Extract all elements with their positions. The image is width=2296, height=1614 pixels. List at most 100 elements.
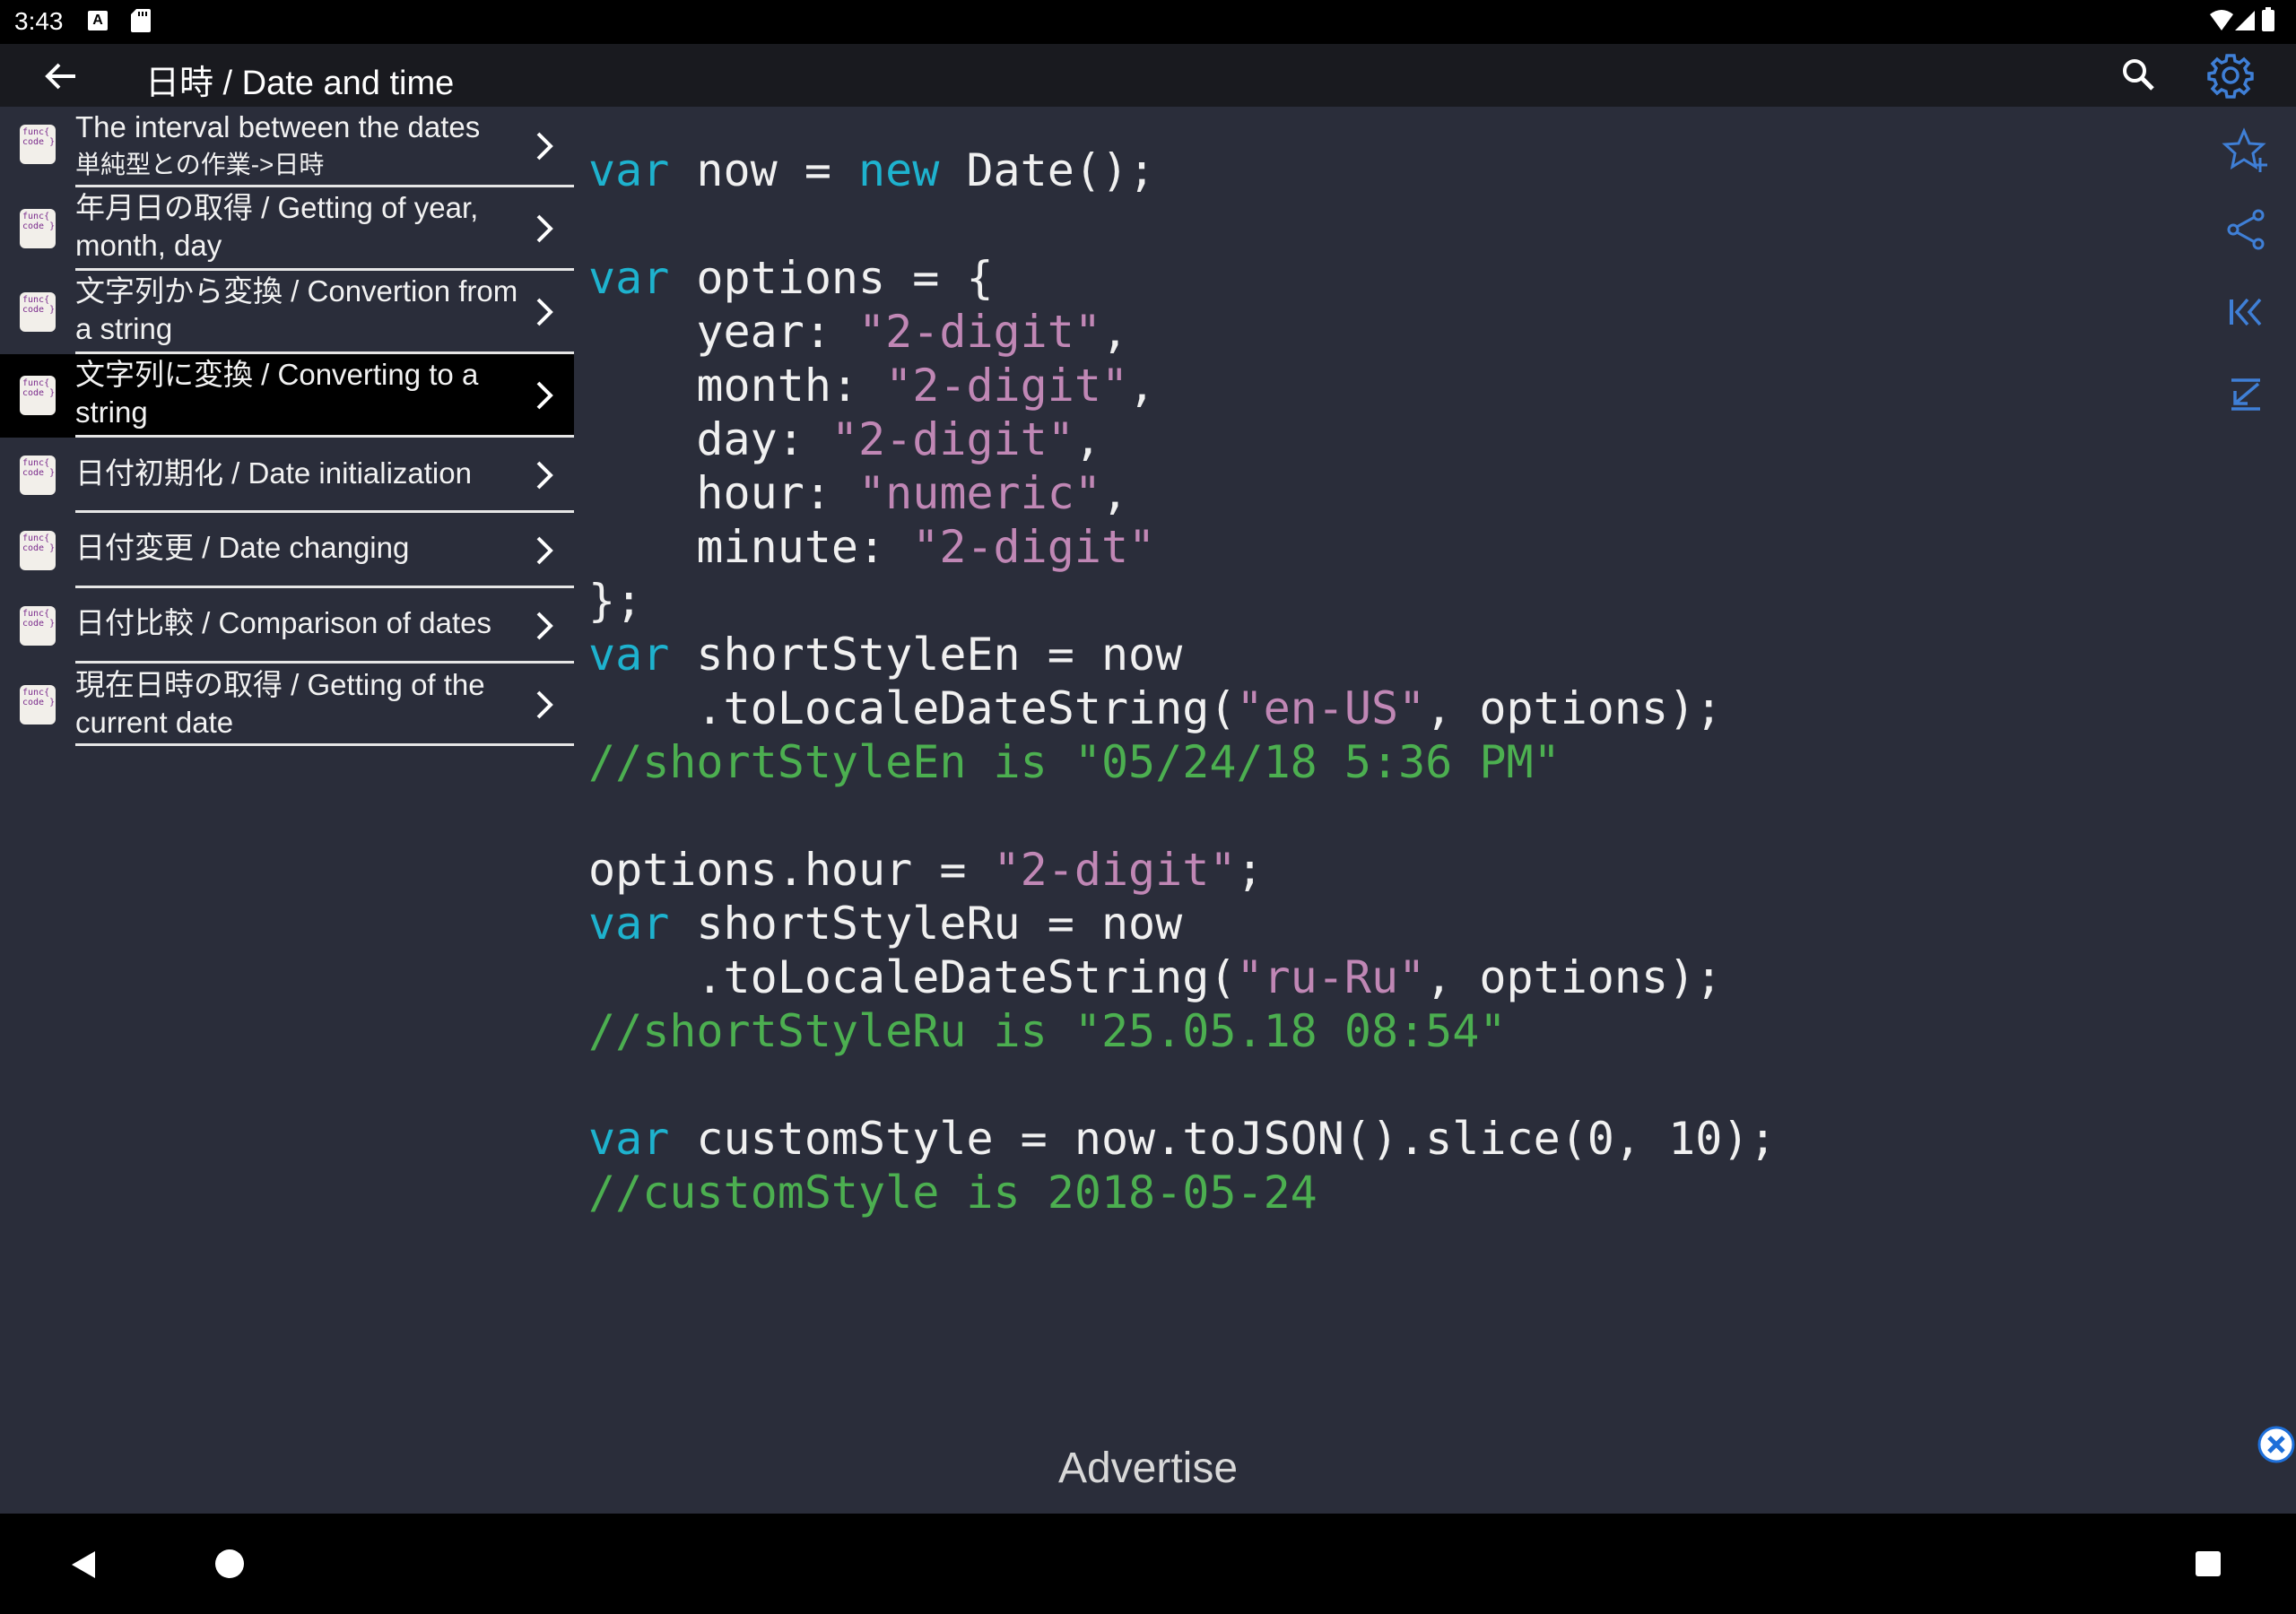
code-text: , options); xyxy=(1425,951,1723,1003)
code-line: .toLocaleDateString("en-US", options); xyxy=(588,681,1777,735)
code-string: "2-digit" xyxy=(885,360,1129,412)
code-keyword: var xyxy=(588,898,670,950)
code-text: }; xyxy=(588,575,643,627)
code-string: "2-digit" xyxy=(831,413,1074,465)
chevron-right-icon xyxy=(536,690,553,719)
code-text: minute: xyxy=(588,521,913,573)
share-icon[interactable] xyxy=(2221,204,2271,255)
code-line: var now = new Date(); xyxy=(588,143,1777,197)
nav-home-icon[interactable] xyxy=(215,1549,244,1578)
list-item-subtitle: 単純型との作業->日時 xyxy=(75,151,325,178)
list-item[interactable]: func{ code } 文字列から変換 / Convertion from a… xyxy=(0,271,574,354)
code-text: month: xyxy=(588,360,886,412)
code-comment: //shortStyleRu is "25.05.18 08:54" xyxy=(588,1005,1507,1057)
close-ad-icon[interactable] xyxy=(2257,1426,2295,1463)
code-line: //customStyle is 2018-05-24 xyxy=(588,1166,1777,1219)
code-file-icon: func{ code } xyxy=(20,606,56,646)
sd-card-icon xyxy=(131,9,151,32)
code-line: var options = { xyxy=(588,251,1777,305)
back-arrow-icon[interactable] xyxy=(41,56,81,96)
status-bar: 3:43 A xyxy=(0,0,2296,44)
code-text: customStyle = now.toJSON().slice(0, 10); xyxy=(669,1113,1777,1165)
list-item-title: 年月日の取得 / Getting of year, xyxy=(75,191,479,224)
nav-recents-icon[interactable] xyxy=(2196,1551,2221,1576)
gear-icon[interactable] xyxy=(2206,51,2255,100)
divider xyxy=(75,743,574,746)
chevron-right-icon xyxy=(536,381,553,410)
code-string: "numeric" xyxy=(858,467,1101,519)
list-item[interactable]: func{ code } 年月日の取得 / Getting of year, m… xyxy=(0,187,574,271)
chevron-right-icon xyxy=(536,214,553,243)
code-line: month: "2-digit", xyxy=(588,359,1777,412)
code-string: "en-US" xyxy=(1236,682,1426,734)
code-line: minute: "2-digit" xyxy=(588,520,1777,574)
add-favorite-star-icon[interactable] xyxy=(2221,126,2271,176)
code-keyword: var xyxy=(588,629,670,681)
code-keyword: var xyxy=(588,1113,670,1165)
ad-banner-label: Advertise xyxy=(1057,1445,1239,1492)
page-title: 日時 / Date and time xyxy=(145,65,455,102)
code-line: day: "2-digit", xyxy=(588,412,1777,466)
code-line: .toLocaleDateString("ru-Ru", options); xyxy=(588,950,1777,1004)
list-item-active[interactable]: func{ code } 文字列に変換 / Converting to a st… xyxy=(0,354,574,438)
code-text: options.hour = xyxy=(588,844,994,896)
code-string: "2-digit" xyxy=(912,521,1156,573)
code-text: shortStyleRu = now xyxy=(669,898,1183,950)
list-item-subtitle: current date xyxy=(75,706,234,739)
list-item-subtitle: month, day xyxy=(75,229,222,262)
list-item[interactable]: func{ code } 日付比較 / Comparison of dates xyxy=(0,588,574,664)
code-line: options.hour = "2-digit"; xyxy=(588,843,1777,897)
code-viewer: var now = new Date(); var options = { ye… xyxy=(588,143,1777,1219)
code-string: "2-digit" xyxy=(993,844,1237,896)
system-nav-bar xyxy=(0,1514,2296,1614)
list-item-title: 文字列から変換 / Convertion from xyxy=(75,274,518,308)
code-line: var shortStyleEn = now xyxy=(588,628,1777,681)
list-item[interactable]: func{ code } 日付初期化 / Date initialization xyxy=(0,438,574,513)
code-text: , xyxy=(1100,306,1129,358)
list-item-subtitle: string xyxy=(75,395,148,429)
code-string: "ru-Ru" xyxy=(1236,951,1426,1003)
chevron-right-icon xyxy=(536,461,553,490)
list-item-title: 日付初期化 / Date initialization xyxy=(75,456,472,490)
list-item-title: 現在日時の取得 / Getting of the xyxy=(75,668,485,701)
nav-back-icon[interactable] xyxy=(70,1549,97,1580)
code-text: Date(); xyxy=(939,144,1156,196)
code-text: , xyxy=(1100,467,1129,519)
search-icon[interactable] xyxy=(2118,55,2158,94)
list-item[interactable]: func{ code } 現在日時の取得 / Getting of the cu… xyxy=(0,664,574,746)
scroll-to-end-icon[interactable] xyxy=(2221,369,2271,420)
topic-list: func{ code } The interval between the da… xyxy=(0,107,574,746)
code-text: now = xyxy=(669,144,859,196)
list-item-subtitle: a string xyxy=(75,312,173,345)
code-comment: //customStyle is 2018-05-24 xyxy=(588,1167,1318,1219)
code-text: year: xyxy=(588,306,859,358)
list-item-title: 文字列に変換 / Converting to a xyxy=(75,358,479,391)
code-file-icon: func{ code } xyxy=(20,376,56,415)
code-text: day: xyxy=(588,413,831,465)
chevron-right-icon xyxy=(536,536,553,565)
code-keyword: new xyxy=(858,144,940,196)
code-line: hour: "numeric", xyxy=(588,466,1777,520)
code-text: options = { xyxy=(669,252,994,304)
code-line: //shortStyleRu is "25.05.18 08:54" xyxy=(588,1004,1777,1058)
list-item-title: The interval between the dates xyxy=(75,110,481,143)
code-string: "2-digit" xyxy=(858,306,1101,358)
code-text: , xyxy=(1074,413,1101,465)
skip-to-start-icon[interactable] xyxy=(2221,287,2271,337)
code-keyword: var xyxy=(588,252,670,304)
chevron-right-icon xyxy=(536,132,553,161)
list-item[interactable]: func{ code } The interval between the da… xyxy=(0,107,574,187)
code-text: ; xyxy=(1236,844,1264,896)
code-line: var shortStyleRu = now xyxy=(588,897,1777,950)
code-file-icon: func{ code } xyxy=(20,685,56,725)
status-time: 3:43 xyxy=(14,7,64,35)
code-text: shortStyleEn = now xyxy=(669,629,1183,681)
keyboard-notification-icon: A xyxy=(88,11,108,30)
list-item[interactable]: func{ code } 日付変更 / Date changing xyxy=(0,513,574,588)
code-text: .toLocaleDateString( xyxy=(588,951,1237,1003)
code-line: }; xyxy=(588,574,1777,628)
code-line: var customStyle = now.toJSON().slice(0, … xyxy=(588,1112,1777,1166)
code-line: //shortStyleEn is "05/24/18 5:36 PM" xyxy=(588,735,1777,789)
